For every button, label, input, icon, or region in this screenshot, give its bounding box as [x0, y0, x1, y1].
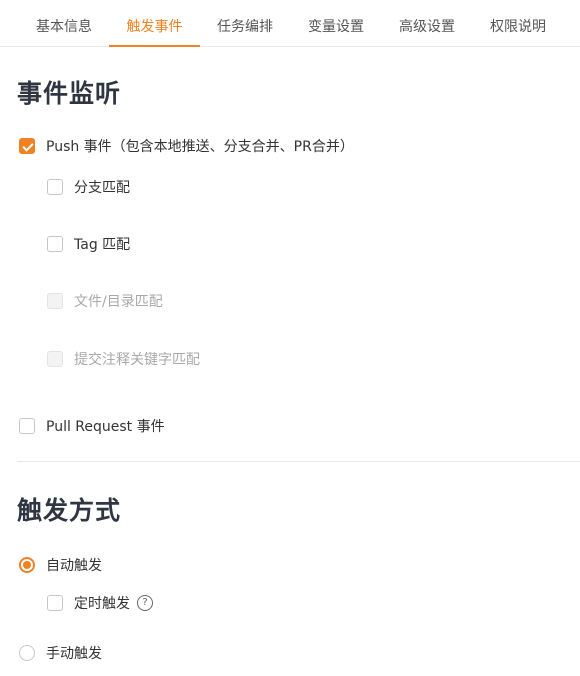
push-event-checkbox[interactable] — [19, 138, 35, 154]
commit-keyword-match-checkbox — [47, 351, 63, 367]
event-listen-title: 事件监听 — [17, 79, 122, 108]
tab-permission-description[interactable]: 权限说明 — [487, 0, 549, 46]
manual-trigger-label: 手动触发 — [46, 646, 102, 662]
auto-trigger-radio[interactable] — [19, 557, 35, 573]
manual-trigger-radio[interactable] — [19, 645, 35, 661]
tab-bar: 基本信息 触发事件 任务编排 变量设置 高级设置 权限说明 — [0, 0, 580, 47]
path-match-option: 文件/目录匹配 — [47, 291, 163, 311]
section-divider — [17, 461, 580, 462]
path-match-checkbox — [47, 293, 63, 309]
branch-match-checkbox[interactable] — [47, 179, 63, 195]
manual-trigger-option[interactable]: 手动触发 — [19, 643, 102, 663]
pull-request-checkbox[interactable] — [19, 418, 35, 434]
tab-advanced-settings[interactable]: 高级设置 — [396, 0, 458, 46]
push-event-option[interactable]: Push 事件（包含本地推送、分支合并、PR合并） — [19, 136, 354, 156]
scheduled-trigger-checkbox[interactable] — [47, 595, 63, 611]
auto-trigger-label: 自动触发 — [46, 558, 102, 574]
tab-task-orchestration[interactable]: 任务编排 — [214, 0, 276, 46]
path-match-label: 文件/目录匹配 — [74, 294, 163, 310]
tag-match-option[interactable]: Tag 匹配 — [47, 234, 130, 254]
branch-match-label: 分支匹配 — [74, 180, 130, 196]
pull-request-option[interactable]: Pull Request 事件 — [19, 416, 165, 436]
tag-match-label: Tag 匹配 — [74, 237, 131, 253]
question-circle-icon[interactable]: ? — [137, 595, 153, 611]
branch-match-option[interactable]: 分支匹配 — [47, 177, 130, 197]
pull-request-label: Pull Request 事件 — [46, 419, 165, 435]
commit-keyword-match-label: 提交注释关键字匹配 — [74, 352, 200, 368]
tab-variable-settings[interactable]: 变量设置 — [305, 0, 367, 46]
auto-trigger-option[interactable]: 自动触发 — [19, 555, 102, 575]
tab-trigger-events[interactable]: 触发事件 — [109, 0, 200, 47]
scheduled-trigger-label: 定时触发 — [74, 596, 130, 612]
tab-basic-info[interactable]: 基本信息 — [33, 0, 95, 46]
push-event-label: Push 事件（包含本地推送、分支合并、PR合并） — [46, 139, 354, 155]
tag-match-checkbox[interactable] — [47, 236, 63, 252]
commit-keyword-match-option: 提交注释关键字匹配 — [47, 349, 200, 369]
trigger-mode-title: 触发方式 — [17, 496, 122, 525]
scheduled-trigger-option[interactable]: 定时触发 ? — [47, 593, 153, 613]
